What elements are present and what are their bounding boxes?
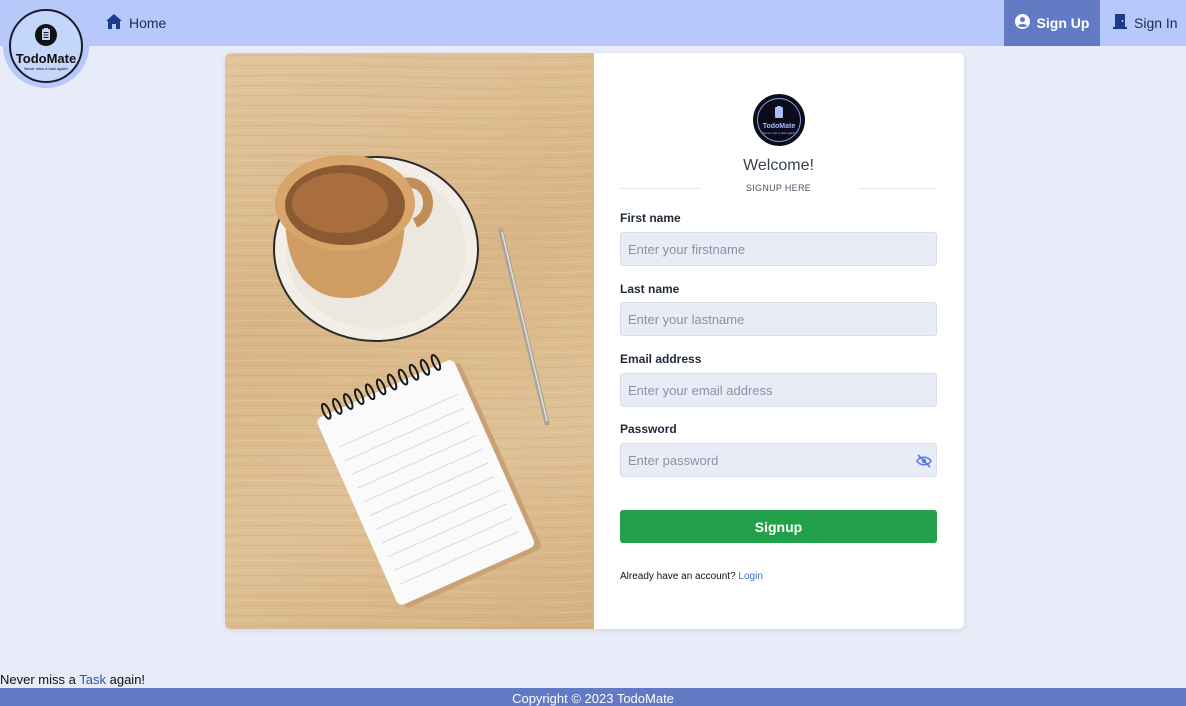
nav-signin-link[interactable]: Sign In (1113, 14, 1178, 32)
nav-signup-button[interactable]: Sign Up (1004, 0, 1100, 46)
desk-photo (225, 53, 594, 629)
email-input[interactable] (620, 373, 937, 407)
signup-form: TodoMate Never miss a task again! Welcom… (620, 53, 937, 629)
welcome-heading: Welcome! (743, 157, 814, 174)
page-footer: Copyright © 2023 TodoMate (0, 688, 1186, 706)
clipboard-icon (774, 105, 784, 123)
email-label: Email address (620, 352, 702, 366)
tagline-after: again! (109, 672, 146, 687)
eye-slash-icon[interactable] (916, 454, 932, 473)
login-link[interactable]: Login (738, 571, 762, 582)
nav-signup-label: Sign Up (1036, 15, 1090, 31)
home-icon (106, 14, 122, 32)
brand-logo[interactable]: TodoMate Never miss a task again! (3, 4, 89, 88)
signup-card: TodoMate Never miss a task again! Welcom… (225, 53, 964, 629)
clipboard-icon (35, 23, 57, 51)
last-name-label: Last name (620, 282, 680, 296)
subtitle-row: SIGNUP HERE (620, 183, 937, 197)
tagline-highlight: Task (79, 672, 106, 687)
user-circle-icon (1014, 14, 1030, 32)
nav-home-label: Home (129, 15, 167, 31)
logo-name: TodoMate (15, 50, 77, 66)
password-label: Password (620, 422, 677, 436)
form-logo-tagline: Never miss a task again! (762, 131, 796, 135)
door-icon (1113, 14, 1127, 32)
signup-submit-button[interactable]: Signup (620, 510, 937, 543)
last-name-input[interactable] (620, 302, 937, 336)
nav-signin-label: Sign In (1134, 15, 1178, 31)
form-logo-name: TodoMate (762, 123, 796, 130)
logo-badge: TodoMate Never miss a task again! (9, 9, 83, 83)
form-logo: TodoMate Never miss a task again! (753, 94, 805, 146)
form-logo-ring: TodoMate Never miss a task again! (757, 98, 801, 142)
top-navbar: Home Sign Up Sign In (0, 0, 1186, 46)
login-prompt-text: Already have an account? (620, 571, 736, 582)
logo-tagline: Never miss a task again! (24, 65, 68, 71)
first-name-label: First name (620, 211, 681, 225)
page-tagline: Never miss a Task again! (0, 672, 145, 687)
nav-home-link[interactable]: Home (106, 14, 166, 32)
password-input[interactable] (620, 443, 937, 477)
login-prompt: Already have an account? Login (620, 571, 763, 582)
first-name-input[interactable] (620, 232, 937, 266)
copyright-text: Copyright © 2023 TodoMate (512, 691, 674, 706)
signup-subtitle: SIGNUP HERE (745, 183, 812, 193)
tagline-before: Never miss a (0, 672, 76, 687)
